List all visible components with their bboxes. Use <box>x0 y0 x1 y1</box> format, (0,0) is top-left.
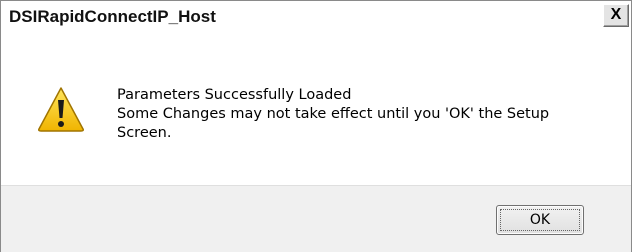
button-bar: OK <box>1 185 631 252</box>
close-button[interactable]: X <box>603 4 629 27</box>
message-area: Parameters Successfully Loaded Some Chan… <box>1 31 631 183</box>
window-title: DSIRapidConnectIP_Host <box>9 7 216 26</box>
message-text: Parameters Successfully Loaded Some Chan… <box>117 86 617 143</box>
ok-button[interactable]: OK <box>496 205 584 235</box>
warning-icon <box>38 87 84 132</box>
message-line: Parameters Successfully Loaded <box>117 87 352 103</box>
message-line: Some Changes may not take effect until y… <box>117 106 550 122</box>
close-icon: X <box>610 6 622 23</box>
title-bar[interactable]: DSIRapidConnectIP_Host X <box>1 1 631 31</box>
ok-button-label: OK <box>529 212 551 228</box>
message-line: Screen. <box>117 125 172 141</box>
message-box-window: DSIRapidConnectIP_Host X Parameters Succ… <box>0 0 632 252</box>
